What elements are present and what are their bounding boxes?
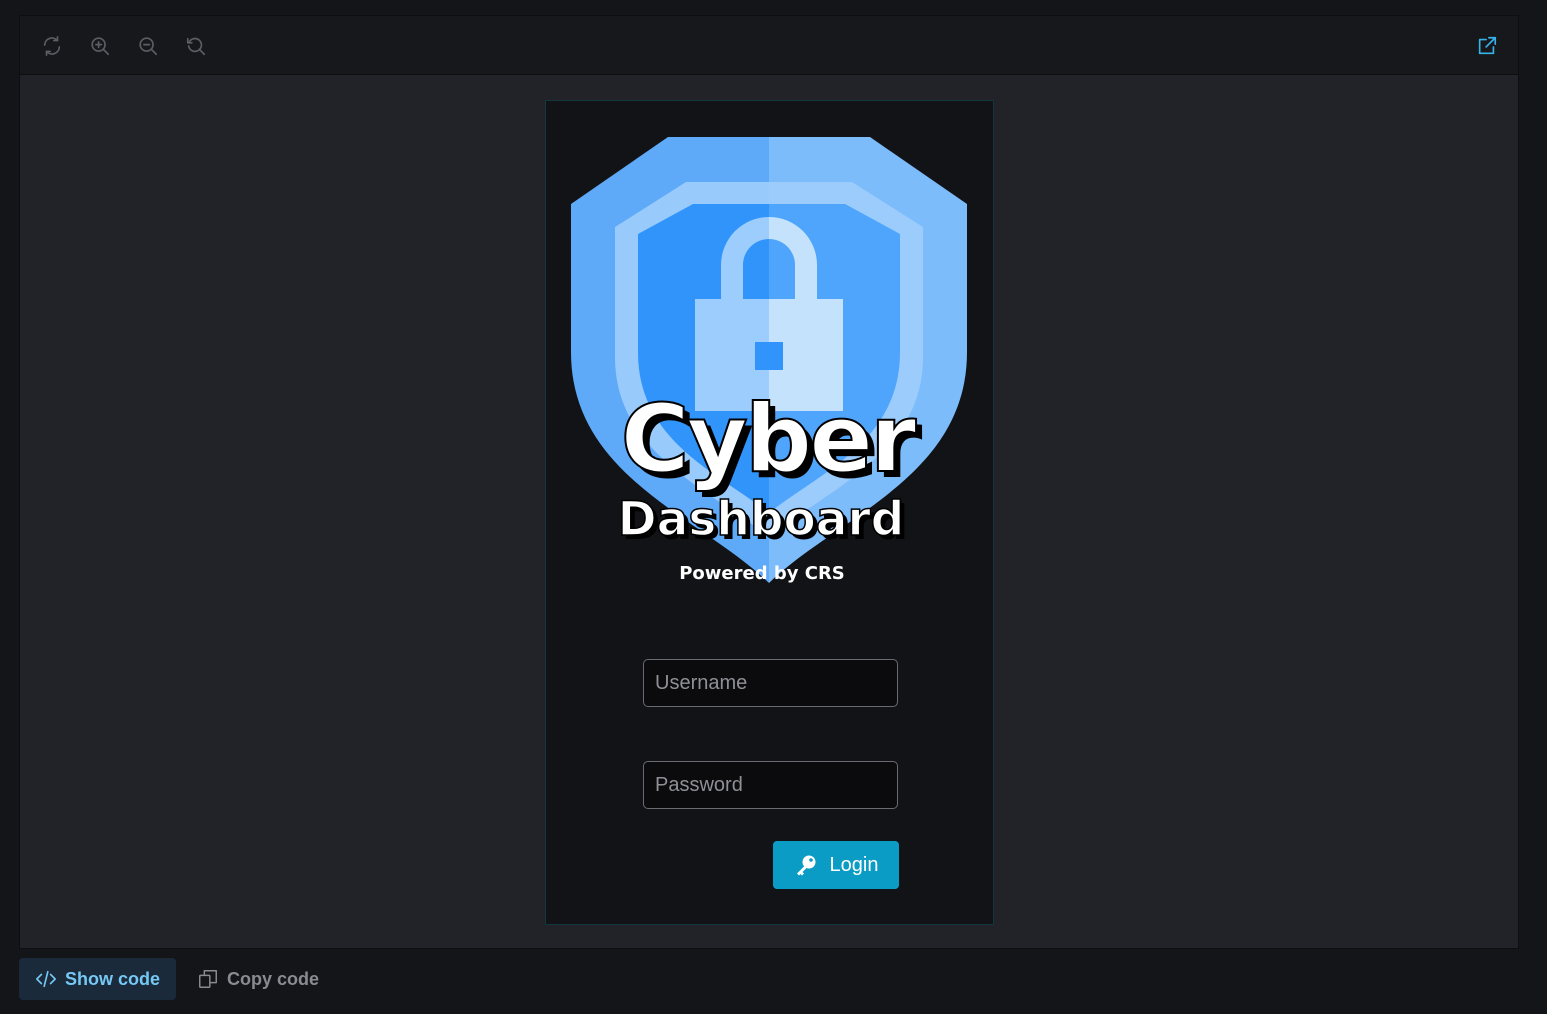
copy-code-label: Copy code bbox=[227, 968, 320, 989]
refresh-icon[interactable] bbox=[39, 33, 65, 59]
show-code-button[interactable]: Show code bbox=[19, 958, 176, 1000]
logo-tagline: Powered by CRS bbox=[679, 563, 845, 584]
password-input[interactable] bbox=[643, 761, 898, 809]
copy-icon bbox=[199, 970, 217, 988]
login-card: Cyber Cyber Dashboard Dashboard Powered … bbox=[545, 100, 994, 925]
preview-toolbar bbox=[20, 16, 1518, 75]
reset-zoom-icon[interactable] bbox=[183, 33, 209, 59]
username-input[interactable] bbox=[643, 659, 898, 707]
logo-subtitle: Dashboard bbox=[618, 492, 905, 547]
zoom-out-icon[interactable] bbox=[135, 33, 161, 59]
code-icon bbox=[35, 970, 56, 988]
key-icon bbox=[796, 855, 816, 876]
login-button[interactable]: Login bbox=[773, 841, 899, 889]
zoom-in-icon[interactable] bbox=[87, 33, 113, 59]
open-external-icon[interactable] bbox=[1474, 33, 1500, 59]
show-code-label: Show code bbox=[64, 968, 160, 989]
preview-frame: Cyber Cyber Dashboard Dashboard Powered … bbox=[19, 15, 1519, 949]
cyber-dashboard-logo: Cyber Cyber Dashboard Dashboard Powered … bbox=[571, 137, 967, 584]
logo-title: Cyber bbox=[621, 385, 917, 494]
copy-code-button[interactable]: Copy code bbox=[197, 958, 332, 1000]
login-label: Login bbox=[829, 853, 879, 876]
